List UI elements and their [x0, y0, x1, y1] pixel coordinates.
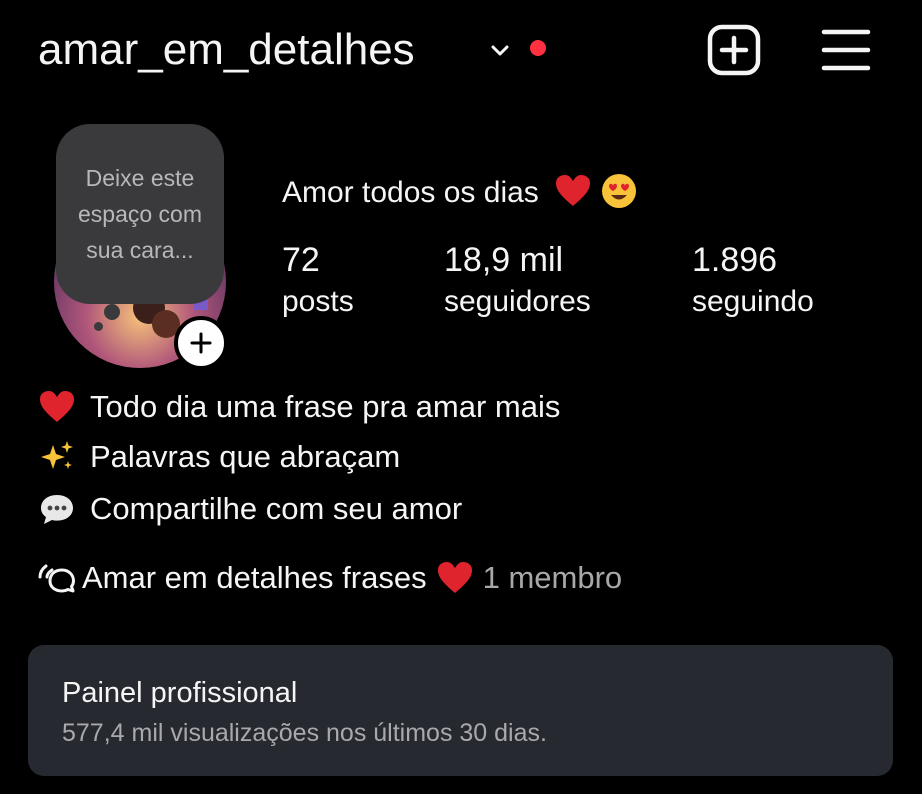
stat-value: 1.896 [692, 241, 778, 279]
hamburger-menu-icon[interactable] [820, 26, 872, 74]
stat-followers[interactable]: 18,9 mil seguidores [444, 238, 591, 322]
plus-icon [190, 332, 212, 354]
broadcast-channel-icon [38, 564, 75, 593]
channel-members: 1 membro [482, 560, 623, 595]
channel-name: Amar em detalhes frases [82, 560, 427, 595]
stat-label: seguidores [444, 285, 591, 318]
red-heart-emoji [437, 562, 472, 593]
stat-label: posts [282, 285, 354, 318]
red-heart-emoji [556, 175, 591, 206]
bio-text: Compartilhe com seu amor [90, 491, 463, 526]
display-name-text: Amor todos os dias [282, 176, 539, 209]
note-tail-dot-small [94, 322, 103, 331]
add-square-icon[interactable] [706, 24, 762, 76]
bio-text: Palavras que abraçam [90, 439, 401, 474]
add-story-button[interactable] [174, 316, 228, 370]
stat-label: seguindo [692, 285, 814, 318]
note-text: Deixe este espaço com sua cara... [77, 165, 202, 263]
bio-line: Palavras que abraçam [38, 436, 400, 478]
display-name: Amor todos os dias [282, 172, 637, 214]
chevron-down-icon[interactable] [488, 38, 512, 62]
stat-following[interactable]: 1.896 seguindo [692, 238, 814, 322]
bio-line: Todo dia uma frase pra amar mais [38, 386, 560, 428]
red-heart-emoji [38, 388, 76, 426]
speech-balloon-emoji [38, 490, 76, 528]
note-tail-dot [104, 304, 120, 320]
username-title[interactable]: amar_em_detalhes [38, 22, 415, 78]
stat-posts[interactable]: 72 posts [282, 238, 354, 322]
dashboard-subtitle: 577,4 mil visualizações nos últimos 30 d… [62, 719, 547, 747]
bio-line: Compartilhe com seu amor [38, 488, 462, 530]
stat-value: 72 [282, 241, 320, 279]
bio-text: Todo dia uma frase pra amar mais [90, 389, 561, 424]
profile-note-bubble[interactable]: Deixe este espaço com sua cara... [56, 124, 224, 304]
notification-dot [530, 40, 546, 56]
heart-eyes-emoji [602, 174, 637, 208]
professional-dashboard-card[interactable]: Painel profissional 577,4 mil visualizaç… [28, 645, 893, 776]
broadcast-channel-link[interactable]: Amar em detalhes frases 1 membro [38, 556, 622, 600]
dashboard-title: Painel profissional [62, 677, 298, 709]
sparkles-emoji [38, 438, 76, 476]
stat-value: 18,9 mil [444, 241, 564, 279]
